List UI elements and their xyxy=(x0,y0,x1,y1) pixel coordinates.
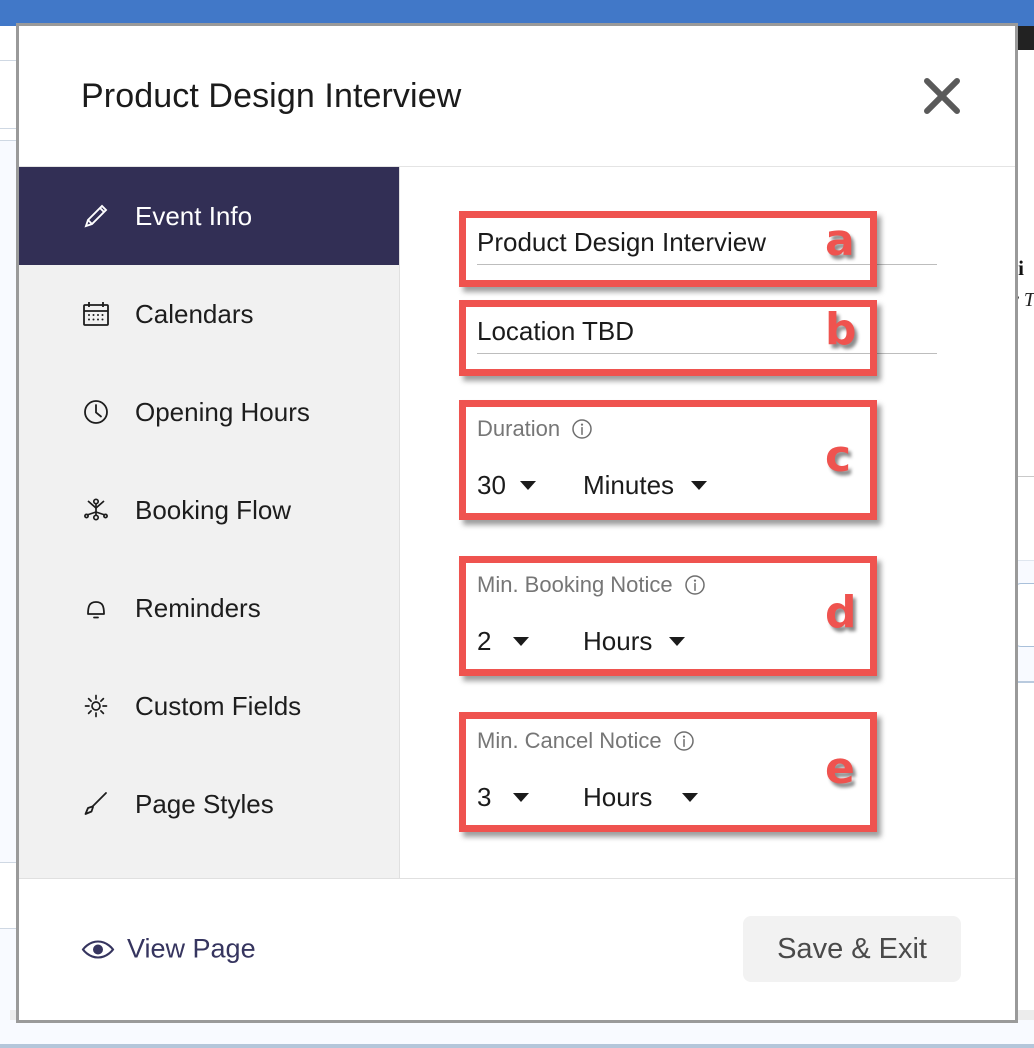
annotation-label-e: e xyxy=(825,743,855,794)
annotation-label-b: b xyxy=(825,304,857,355)
duration-unit-underline xyxy=(583,513,727,515)
sidebar-item-opening-hours[interactable]: Opening Hours xyxy=(19,363,399,461)
duration-amount-underline xyxy=(477,513,555,515)
background-divider-1 xyxy=(0,60,16,61)
settings-sidebar: Event Info Calendars Opening Hours Booki… xyxy=(19,167,400,878)
sidebar-item-page-styles[interactable]: Page Styles xyxy=(19,755,399,853)
background-left-tint xyxy=(0,140,16,862)
sidebar-item-label: Booking Flow xyxy=(135,494,292,525)
flow-icon xyxy=(79,493,113,527)
duration-selects: 30 Minutes xyxy=(477,470,727,515)
brush-icon xyxy=(79,787,113,821)
min-booking-notice-amount-select[interactable]: 2 xyxy=(477,626,560,671)
background-divider-3 xyxy=(0,140,16,141)
min-booking-notice-unit-underline xyxy=(583,669,711,671)
duration-label: Duration xyxy=(477,416,561,441)
min-booking-notice-amount-underline xyxy=(477,669,555,671)
duration-unit-select[interactable]: Minutes xyxy=(583,470,727,515)
event-name-value: Product Design Interview xyxy=(477,227,767,257)
save-and-exit-button[interactable]: Save & Exit xyxy=(743,916,961,982)
location-underline xyxy=(477,353,937,354)
background-bottom-rule xyxy=(0,1044,1034,1048)
event-name-underline xyxy=(477,264,937,265)
background-left-tint-2 xyxy=(0,928,16,1020)
min-cancel-notice-selects: 3 Hours xyxy=(477,782,699,813)
modal-footer: View Page Save & Exit xyxy=(19,878,1015,1019)
location-value: Location TBD xyxy=(477,316,635,346)
sidebar-item-label: Custom Fields xyxy=(135,690,302,721)
close-icon xyxy=(920,74,964,118)
background-divider-2 xyxy=(0,128,16,129)
min-booking-notice-group: Min. Booking Notice 2 Hours xyxy=(477,572,711,671)
sidebar-item-booking-flow[interactable]: Booking Flow xyxy=(19,461,399,559)
page-root: si v T Product Design Interview Event In… xyxy=(0,0,1034,1048)
sidebar-item-label: Calendars xyxy=(135,298,254,329)
sidebar-item-label: Reminders xyxy=(135,592,261,623)
chevron-down-icon xyxy=(513,793,530,802)
chevron-down-icon xyxy=(513,637,530,646)
min-cancel-notice-unit-select[interactable]: Hours xyxy=(583,782,699,813)
min-booking-notice-unit-select[interactable]: Hours xyxy=(583,626,711,671)
min-cancel-notice-unit-value: Hours xyxy=(583,782,653,812)
chevron-down-icon xyxy=(682,793,699,802)
sidebar-item-custom-fields[interactable]: Custom Fields xyxy=(19,657,399,755)
app-top-bar xyxy=(0,0,1034,26)
info-icon[interactable] xyxy=(684,574,706,596)
min-cancel-notice-amount-select[interactable]: 3 xyxy=(477,782,560,813)
min-booking-notice-label: Min. Booking Notice xyxy=(477,572,673,597)
clock-icon xyxy=(79,395,113,429)
event-name-field[interactable]: Product Design Interview xyxy=(477,227,957,258)
info-icon[interactable] xyxy=(673,730,695,752)
min-booking-notice-unit-value: Hours xyxy=(583,626,653,656)
duration-amount-value: 30 xyxy=(477,470,506,500)
pencil-icon xyxy=(79,199,113,233)
background-right-input[interactable] xyxy=(1014,583,1034,647)
chevron-down-icon xyxy=(691,481,708,490)
eye-icon xyxy=(81,937,115,961)
modal-body: Event Info Calendars Opening Hours Booki… xyxy=(19,167,1015,878)
annotation-label-c: c xyxy=(825,431,852,482)
duration-unit-value: Minutes xyxy=(583,470,675,500)
event-settings-modal: Product Design Interview Event Info Cale… xyxy=(19,26,1015,1020)
min-cancel-notice-amount-value: 3 xyxy=(477,782,492,812)
event-info-form: Product Design Interview Location TBD Du… xyxy=(400,167,1015,878)
background-divider-4 xyxy=(0,862,16,863)
sidebar-item-reminders[interactable]: Reminders xyxy=(19,559,399,657)
gear-icon xyxy=(79,689,113,723)
duration-group: Duration 30 Minutes xyxy=(477,416,727,515)
sidebar-item-calendars[interactable]: Calendars xyxy=(19,265,399,363)
location-field[interactable]: Location TBD xyxy=(477,316,957,347)
min-booking-notice-amount-value: 2 xyxy=(477,626,492,656)
background-bottom-strip xyxy=(0,1020,1034,1044)
duration-label-row: Duration xyxy=(477,416,707,442)
calendar-icon xyxy=(79,297,113,331)
bell-icon xyxy=(79,591,113,625)
modal-header: Product Design Interview xyxy=(19,26,1015,167)
sidebar-item-label: Page Styles xyxy=(135,788,274,819)
sidebar-item-event-info[interactable]: Event Info xyxy=(19,167,399,265)
annotation-label-a: a xyxy=(825,215,855,266)
close-button[interactable] xyxy=(915,69,969,123)
chevron-down-icon xyxy=(669,637,686,646)
min-cancel-notice-group: Min. Cancel Notice 3 Hours xyxy=(477,728,699,813)
background-dark-strip xyxy=(1014,26,1034,50)
info-icon[interactable] xyxy=(571,418,593,440)
min-booking-notice-label-row: Min. Booking Notice xyxy=(477,572,706,598)
min-cancel-notice-label: Min. Cancel Notice xyxy=(477,728,662,753)
background-divider-5 xyxy=(0,928,16,929)
chevron-down-icon xyxy=(519,481,536,490)
duration-amount-select[interactable]: 30 xyxy=(477,470,560,515)
view-page-link[interactable]: View Page xyxy=(81,934,256,965)
view-page-label: View Page xyxy=(127,933,256,964)
min-cancel-notice-label-row: Min. Cancel Notice xyxy=(477,728,698,754)
annotation-label-d: d xyxy=(825,587,857,638)
sidebar-item-label: Event Info xyxy=(135,200,253,231)
page-title: Product Design Interview xyxy=(81,76,462,115)
sidebar-item-label: Opening Hours xyxy=(135,396,310,427)
min-booking-notice-selects: 2 Hours xyxy=(477,626,711,671)
